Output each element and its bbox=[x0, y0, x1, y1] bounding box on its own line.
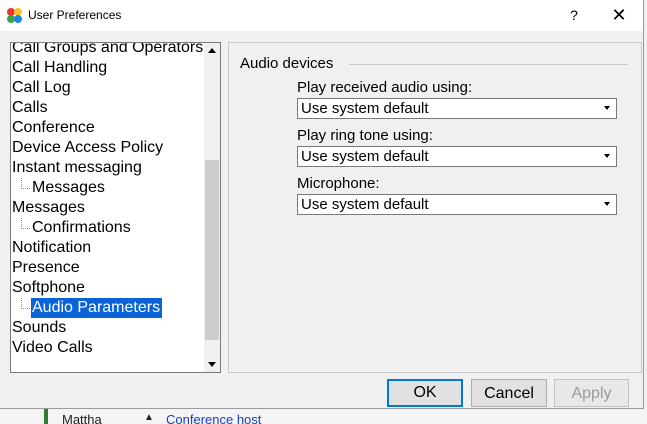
dropdown-button[interactable] bbox=[600, 99, 616, 118]
tree-item[interactable]: Instant messaging bbox=[11, 158, 144, 178]
tree-item[interactable]: Confirmations bbox=[21, 218, 133, 238]
app-logo-icon bbox=[7, 8, 22, 23]
tree-scrollbar[interactable] bbox=[204, 43, 220, 372]
tree-item-label: Presence bbox=[12, 259, 80, 276]
chevron-down-icon bbox=[208, 362, 216, 367]
microphone-value: Use system default bbox=[301, 196, 429, 213]
scroll-down-button[interactable] bbox=[204, 356, 220, 372]
apply-button[interactable]: Apply bbox=[554, 379, 629, 407]
tree-item-label: Call Log bbox=[12, 79, 71, 96]
tree-item[interactable]: Call Groups and Operators bbox=[11, 42, 205, 58]
tree-connector bbox=[21, 298, 30, 309]
microphone-label: Microphone: bbox=[297, 175, 380, 192]
group-divider bbox=[349, 64, 628, 65]
tree-item[interactable]: Softphone bbox=[11, 278, 87, 298]
chevron-down-icon bbox=[604, 154, 610, 158]
tree-item[interactable]: Call Handling bbox=[11, 58, 109, 78]
received-audio-value: Use system default bbox=[301, 100, 429, 117]
background-window: Mattha ▲ Conference host bbox=[0, 409, 647, 424]
background-link: Conference host bbox=[166, 412, 262, 424]
tree-connector bbox=[21, 218, 30, 229]
close-button[interactable]: ✕ bbox=[596, 0, 642, 31]
tree-connector bbox=[21, 178, 30, 189]
ringtone-label: Play ring tone using: bbox=[297, 127, 433, 144]
chevron-up-icon bbox=[208, 48, 216, 53]
group-title: Audio devices bbox=[240, 55, 339, 72]
help-button[interactable]: ? bbox=[556, 0, 592, 31]
tree-item-label: Messages bbox=[32, 179, 105, 196]
ringtone-value: Use system default bbox=[301, 148, 429, 165]
tree-item-label: Call Handling bbox=[12, 59, 108, 76]
tree-item[interactable]: Messages bbox=[11, 198, 87, 218]
tree-item-label: Instant messaging bbox=[12, 159, 142, 176]
microphone-select[interactable]: Use system default bbox=[297, 194, 617, 215]
tree-item[interactable]: Video Calls bbox=[11, 338, 95, 358]
dropdown-button[interactable] bbox=[600, 147, 616, 166]
tree-item-label: Video Calls bbox=[12, 339, 93, 356]
tree-item-label: Sounds bbox=[12, 319, 67, 336]
tree-item[interactable]: Device Access Policy bbox=[11, 138, 165, 158]
tree-item-label: Device Access Policy bbox=[12, 139, 164, 156]
tree-item[interactable]: Calls bbox=[11, 98, 50, 118]
ringtone-select[interactable]: Use system default bbox=[297, 146, 617, 167]
tree-item[interactable]: Call Log bbox=[11, 78, 73, 98]
received-audio-label: Play received audio using: bbox=[297, 79, 473, 96]
tree-item[interactable]: Messages bbox=[21, 178, 107, 198]
tree-item[interactable]: Audio Parameters bbox=[21, 298, 163, 318]
tree-item-label: Audio Parameters bbox=[31, 298, 163, 318]
tree-item[interactable]: Sounds bbox=[11, 318, 68, 338]
tree-item-label: Confirmations bbox=[32, 219, 131, 236]
scroll-up-button[interactable] bbox=[204, 43, 220, 59]
tree-item-label: Softphone bbox=[12, 279, 85, 296]
tree-item-label: Notification bbox=[12, 239, 92, 256]
tree-item[interactable]: Presence bbox=[11, 258, 82, 278]
window-title: User Preferences bbox=[28, 8, 122, 22]
tree-item[interactable]: Notification bbox=[11, 238, 93, 258]
user-preferences-dialog: User Preferences ? ✕ Video Calls Sounds Au… bbox=[0, 0, 644, 409]
title-bar: User Preferences ? ✕ bbox=[0, 0, 643, 31]
tree-item-label: Call Groups and Operators bbox=[12, 42, 204, 56]
sort-arrow-icon: ▲ bbox=[144, 412, 154, 423]
tree-item-label: Calls bbox=[12, 99, 48, 116]
background-text: Mattha bbox=[62, 412, 102, 424]
scroll-thumb[interactable] bbox=[205, 160, 219, 340]
cancel-button[interactable]: Cancel bbox=[471, 379, 547, 407]
settings-panel: Audio devices Play received audio using:… bbox=[228, 42, 642, 373]
dropdown-button[interactable] bbox=[600, 195, 616, 214]
chevron-down-icon bbox=[604, 106, 610, 110]
ok-button[interactable]: OK bbox=[387, 379, 463, 407]
status-bar-indicator bbox=[44, 409, 48, 424]
category-tree[interactable]: Video Calls Sounds Audio Parameters Softpho… bbox=[10, 42, 221, 373]
tree-item-label: Conference bbox=[12, 119, 95, 136]
chevron-down-icon bbox=[604, 202, 610, 206]
tree-item[interactable]: Conference bbox=[11, 118, 97, 138]
received-audio-select[interactable]: Use system default bbox=[297, 98, 617, 119]
tree-item-label: Messages bbox=[12, 199, 85, 216]
